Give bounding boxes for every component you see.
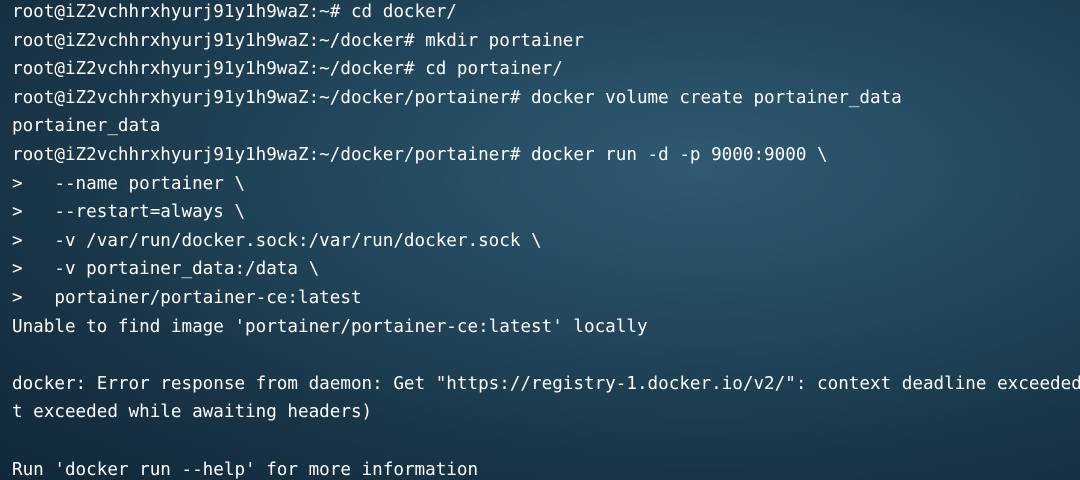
terminal-line: root@iZ2vchhrxhyurj91y1h9waZ:~/docker/po…: [12, 87, 902, 108]
terminal-line: root@iZ2vchhrxhyurj91y1h9waZ:~/docker# m…: [12, 30, 584, 51]
terminal-line: Unable to find image 'portainer/portaine…: [12, 316, 648, 337]
terminal-output: root@iZ2vchhrxhyurj91y1h9waZ:~# cd docke…: [12, 0, 1080, 480]
terminal-line: docker: Error response from daemon: Get …: [12, 373, 1080, 394]
terminal-line: > -v portainer_data:/data \: [12, 259, 320, 280]
terminal-line: root@iZ2vchhrxhyurj91y1h9waZ:~/docker/po…: [12, 144, 828, 165]
terminal-line: > --name portainer \: [12, 173, 246, 194]
terminal-line: > -v /var/run/docker.sock:/var/run/docke…: [12, 230, 542, 251]
terminal-line: t exceeded while awaiting headers): [12, 402, 373, 423]
terminal-line: portainer_data: [12, 116, 161, 137]
terminal-line: root@iZ2vchhrxhyurj91y1h9waZ:~/docker# c…: [12, 59, 563, 80]
terminal-line: > --restart=always \: [12, 202, 246, 223]
terminal-line: > portainer/portainer-ce:latest: [12, 287, 362, 308]
terminal-line: root@iZ2vchhrxhyurj91y1h9waZ:~# cd docke…: [12, 2, 457, 22]
terminal-window[interactable]: root@iZ2vchhrxhyurj91y1h9waZ:~# cd docke…: [0, 0, 1080, 480]
terminal-line: Run 'docker run --help' for more informa…: [12, 459, 479, 480]
